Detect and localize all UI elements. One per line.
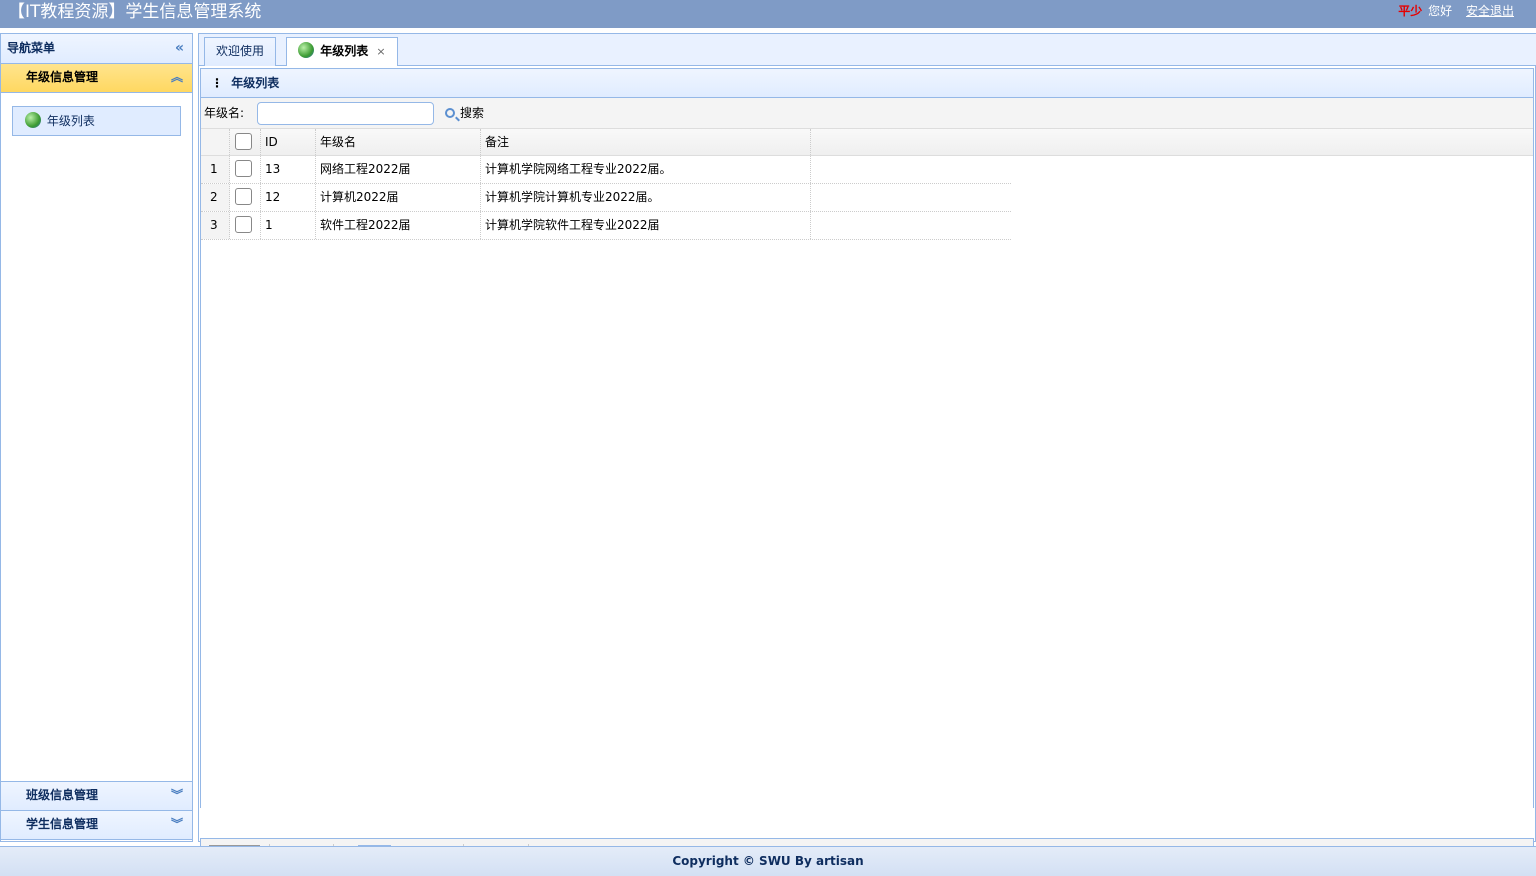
sidebar-header: 导航菜单 « [1,34,192,64]
tab-label: 年级列表 [320,44,369,58]
cell-id: 12 [261,184,316,211]
column-header-note[interactable]: 备注 [481,129,811,155]
panel-label: 年级信息管理 [26,70,99,84]
cell-name: 软件工程2022届 [316,212,481,239]
search-button-label: 搜索 [460,106,485,120]
chevron-down-icon[interactable]: ︾ [171,811,183,838]
search-button[interactable]: 搜索 [445,98,484,128]
globe-icon [25,112,41,128]
table-row[interactable]: 2 12 计算机2022届 计算机学院计算机专业2022届。 [201,184,1011,212]
tree-item-label: 年级列表 [46,114,95,128]
row-checkbox-cell [230,212,261,239]
row-number: 2 [201,184,230,211]
app-header: 【IT教程资源】学生信息管理系统 平少 您好 安全退出 [0,0,1536,28]
cell-id: 1 [261,212,316,239]
logout-link[interactable]: 安全退出 [1466,4,1514,18]
main-area: 欢迎使用 年级列表 × ⋮ 年级列表 年级名: 搜索 ID 年级名 备注 1 1… [198,33,1536,872]
row-number: 3 [201,212,230,239]
chevron-down-icon[interactable]: ︾ [171,782,183,809]
column-header-id[interactable]: ID [261,129,316,155]
sidebar-title: 导航菜单 [7,41,56,55]
data-grid: ID 年级名 备注 1 13 网络工程2022届 计算机学院网络工程专业2022… [200,128,1534,808]
greeting-text: 您好 [1428,4,1453,18]
user-area: 平少 您好 安全退出 [1398,3,1514,19]
tab-welcome[interactable]: 欢迎使用 [204,37,277,67]
row-number: 1 [201,156,230,183]
table-row[interactable]: 1 13 网络工程2022届 计算机学院网络工程专业2022届。 [201,156,1011,184]
row-checkbox[interactable] [235,160,252,177]
row-checkbox[interactable] [235,216,252,233]
select-all-checkbox[interactable] [235,133,252,150]
cell-note: 计算机学院计算机专业2022届。 [481,184,811,211]
grid-title-bar: ⋮ 年级列表 [200,68,1534,98]
panel-body-grade: 年级列表 [1,93,192,782]
tab-bar: 欢迎使用 年级列表 × [198,33,1536,68]
grid-body: 1 13 网络工程2022届 计算机学院网络工程专业2022届。 2 12 计算… [201,156,1011,240]
row-checkbox-cell [230,184,261,211]
footer: Copyright © SWU By artisan [0,846,1536,876]
cell-note: 计算机学院网络工程专业2022届。 [481,156,811,183]
panel-label: 学生信息管理 [26,817,99,831]
grid-title: 年级列表 [231,76,280,90]
panel-grade-management[interactable]: 年级信息管理 ︽ [1,64,192,93]
tab-grade-list[interactable]: 年级列表 × [286,37,398,68]
chevron-up-icon[interactable]: ︽ [171,64,183,91]
search-icon [445,108,455,118]
grid-header-row: ID 年级名 备注 [201,128,1533,156]
copyright-text: Copyright © SWU By artisan [672,854,864,868]
column-header-name[interactable]: 年级名 [316,129,481,155]
collapse-sidebar-icon[interactable]: « [175,34,184,62]
panel-class-management[interactable]: 班级信息管理 ︾ [1,782,192,811]
row-checkbox-cell [230,156,261,183]
table-row[interactable]: 3 1 软件工程2022届 计算机学院软件工程专业2022届 [201,212,1011,240]
vertical-dots-icon: ⋮ [211,76,223,90]
row-checkbox[interactable] [235,188,252,205]
row-number-header [201,129,230,155]
app-title: 【IT教程资源】学生信息管理系统 [8,2,262,22]
search-label: 年级名: [204,106,245,120]
panel-label: 班级信息管理 [26,788,99,802]
tab-label: 欢迎使用 [216,44,265,58]
cell-id: 13 [261,156,316,183]
globe-icon [298,42,314,58]
search-toolbar: 年级名: 搜索 [200,98,1534,128]
tab-content: ⋮ 年级列表 年级名: 搜索 ID 年级名 备注 1 13 网络工程2022届 … [198,66,1536,872]
cell-name: 计算机2022届 [316,184,481,211]
close-icon[interactable]: × [376,45,385,58]
user-name: 平少 [1398,4,1423,18]
panel-student-management[interactable]: 学生信息管理 ︾ [1,811,192,840]
search-input[interactable] [257,102,434,125]
tree-item-grade-list[interactable]: 年级列表 [12,106,181,136]
cell-note: 计算机学院软件工程专业2022届 [481,212,811,239]
sidebar: 导航菜单 « 年级信息管理 ︽ 年级列表 班级信息管理 ︾ 学生信息管理 ︾ [0,33,193,842]
cell-name: 网络工程2022届 [316,156,481,183]
select-all-cell [230,129,261,155]
